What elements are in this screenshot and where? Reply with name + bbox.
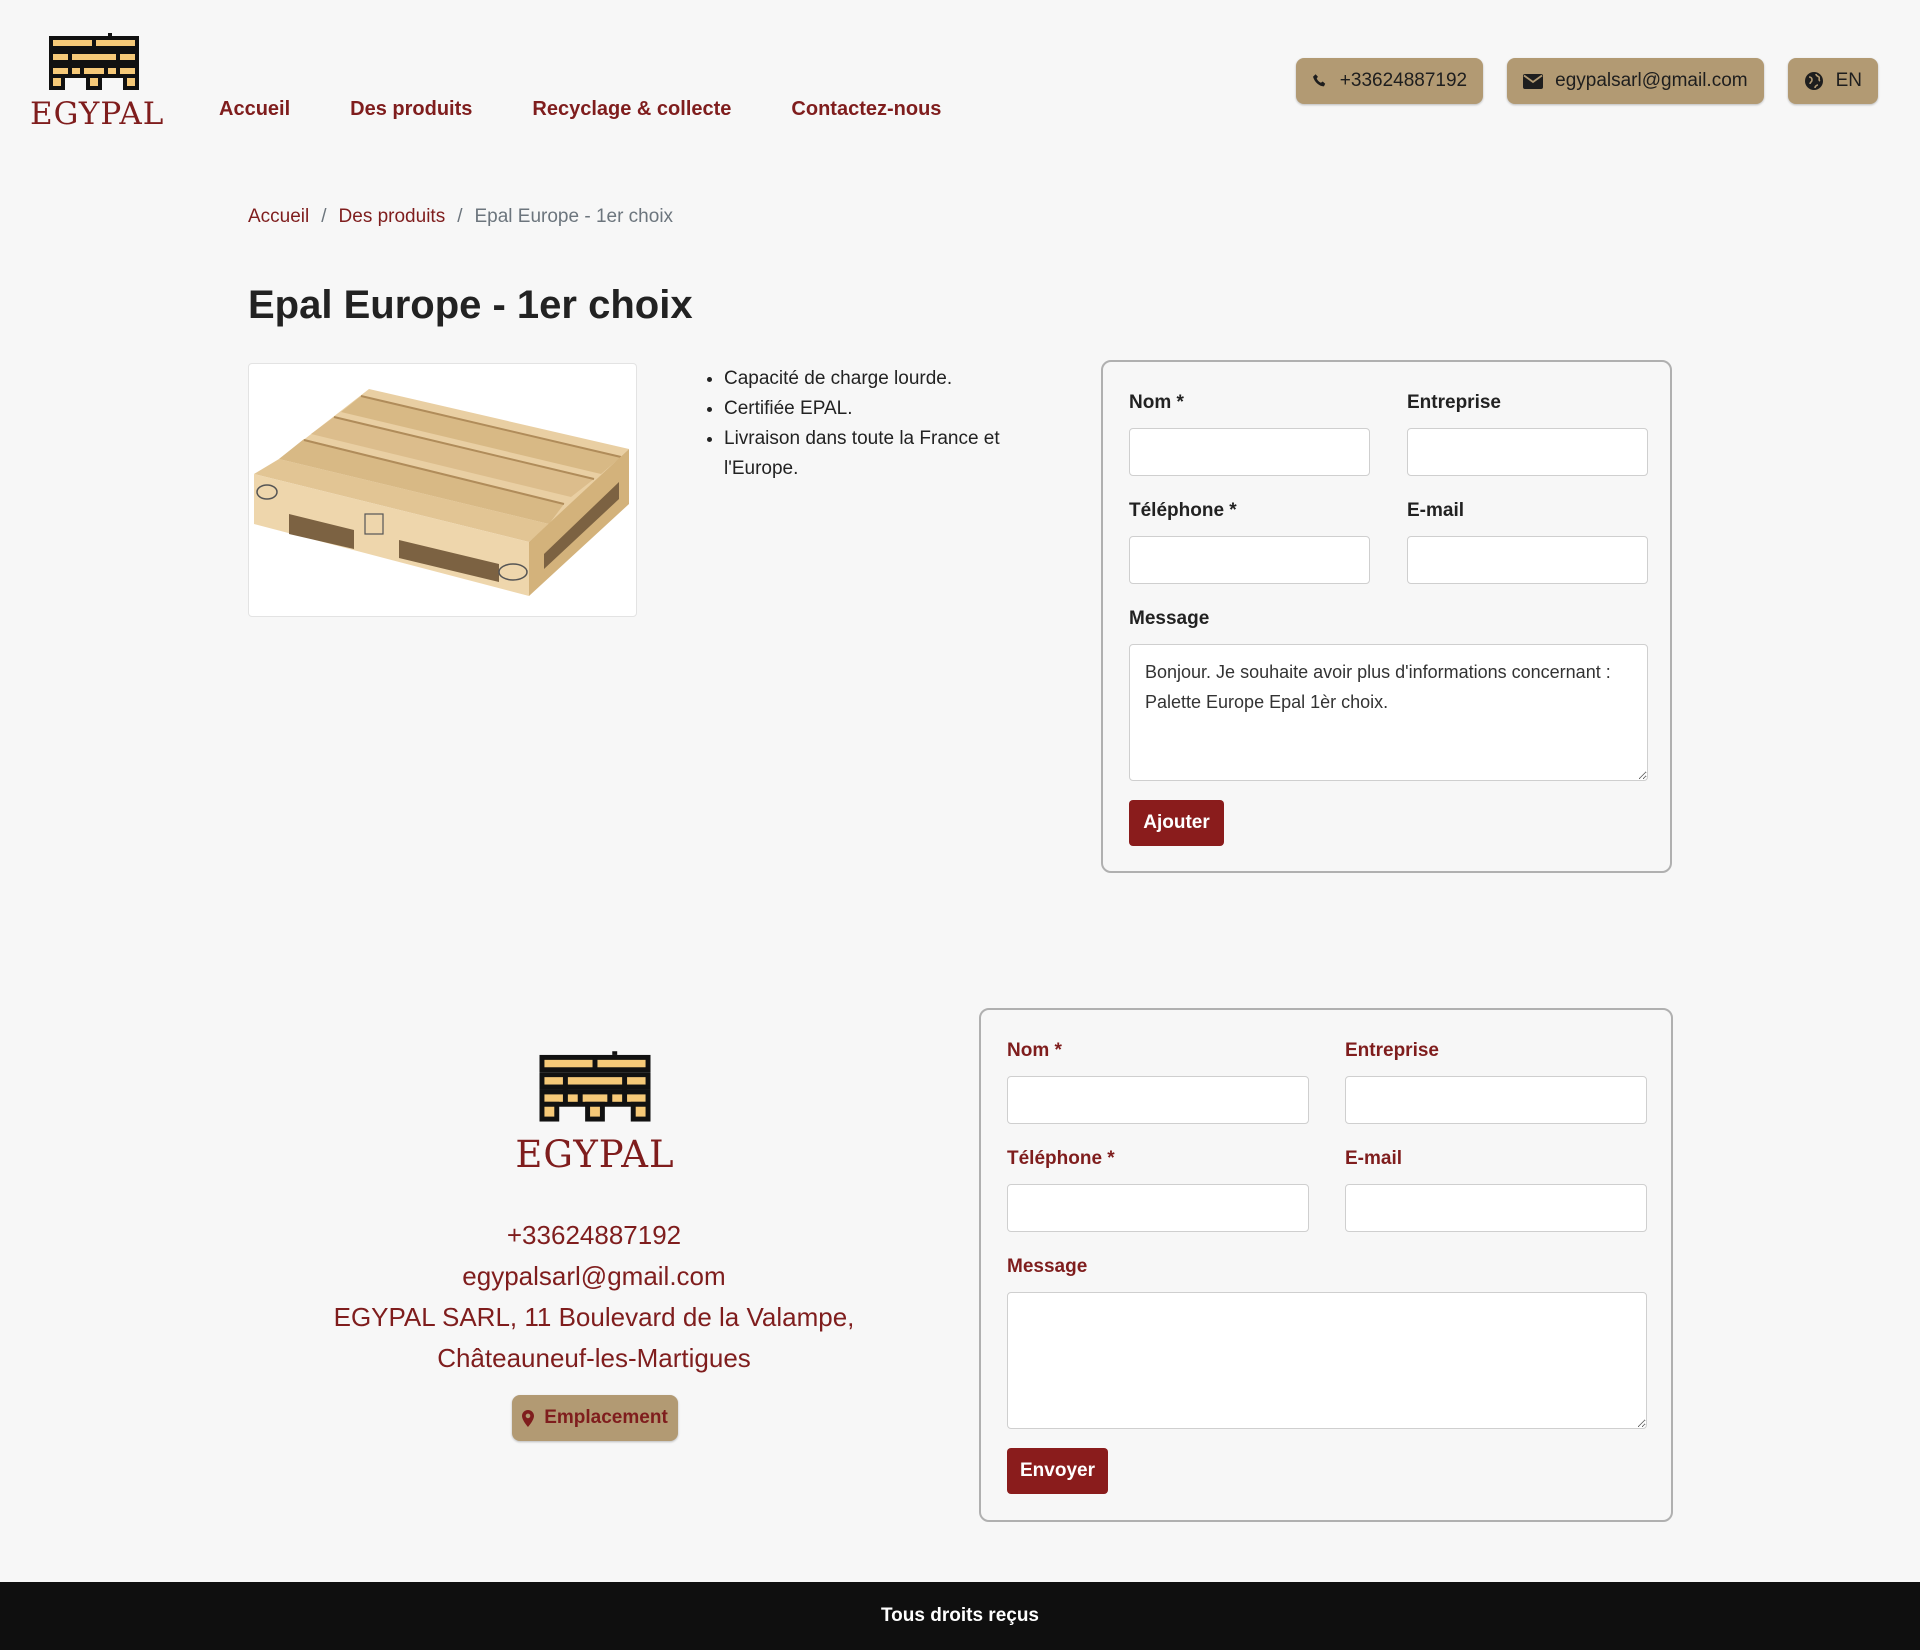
product-image (248, 363, 637, 617)
nav-item-contact[interactable]: Contactez-nous (791, 98, 941, 121)
breadcrumb-home[interactable]: Accueil (248, 206, 309, 228)
email-label: E-mail (1407, 500, 1465, 521)
header-actions: +33624887192 egypalsarl@gmail.com EN (1295, 58, 1878, 104)
breadcrumb-current: Epal Europe - 1er choix (474, 206, 674, 227)
breadcrumb-separator: / (457, 206, 463, 227)
nav-item-produits[interactable]: Des produits (350, 98, 472, 121)
add-button[interactable]: Ajouter (1129, 800, 1224, 846)
name-label: Nom * (1007, 1040, 1062, 1061)
footer-address-line1: EGYPAL SARL, 11 Boulevard de la Valampe, (333, 1302, 855, 1332)
footer-email[interactable]: egypalsarl@gmail.com (294, 1256, 894, 1297)
email-field[interactable] (1407, 536, 1648, 584)
message-label: Message (1129, 608, 1210, 629)
envelope-icon (1523, 73, 1544, 89)
phone-field[interactable] (1007, 1184, 1309, 1232)
nav-item-recyclage[interactable]: Recyclage & collecte (532, 98, 731, 121)
phone-field[interactable] (1129, 536, 1370, 584)
nav-item-accueil[interactable]: Accueil (219, 98, 290, 121)
phone-label: Téléphone * (1129, 500, 1237, 521)
footer-phone[interactable]: +33624887192 (294, 1215, 894, 1256)
email-label: E-mail (1345, 1148, 1403, 1169)
message-field[interactable] (1007, 1292, 1647, 1429)
language-button[interactable]: EN (1787, 58, 1878, 104)
pallet-logo-icon (49, 33, 139, 90)
company-label: Entreprise (1345, 1040, 1439, 1061)
breadcrumb-category[interactable]: Des produits (339, 206, 446, 228)
name-label: Nom * (1129, 392, 1184, 413)
footer-bar: Tous droits reçus (0, 1582, 1920, 1650)
phone-label: Téléphone * (1007, 1148, 1115, 1169)
language-label: EN (1835, 70, 1862, 91)
brand-name: EGYPAL (30, 96, 165, 132)
phone-icon (1312, 74, 1325, 87)
breadcrumb-separator: / (321, 206, 327, 227)
pallet-photo (254, 389, 629, 596)
email-button[interactable]: egypalsarl@gmail.com (1507, 58, 1764, 104)
contact-form: Nom * Entreprise Téléphone * E-mail Mess… (979, 1008, 1673, 1522)
name-field[interactable] (1129, 428, 1370, 476)
phone-number: +33624887192 (1339, 70, 1468, 91)
map-marker-icon (522, 1409, 535, 1427)
footer-address-line2: Châteauneuf-les-Martigues (437, 1343, 751, 1373)
name-field[interactable] (1007, 1076, 1309, 1124)
message-label: Message (1007, 1256, 1088, 1277)
main-nav: Accueil Des produits Recyclage & collect… (219, 98, 941, 121)
site-header: EGYPAL Accueil Des produits Recyclage & … (0, 0, 1920, 170)
globe-icon (1804, 72, 1823, 90)
breadcrumb: Accueil / Des produits / Epal Europe - 1… (248, 206, 673, 228)
email-address: egypalsarl@gmail.com (1555, 70, 1748, 91)
company-label: Entreprise (1407, 392, 1501, 413)
message-field[interactable]: Bonjour. Je souhaite avoir plus d'inform… (1129, 644, 1648, 781)
brand-logo[interactable]: EGYPAL (30, 32, 165, 132)
copyright-text: Tous droits reçus (880, 1605, 1039, 1626)
email-field[interactable] (1345, 1184, 1647, 1232)
contact-info: +33624887192 egypalsarl@gmail.com EGYPAL… (294, 1215, 894, 1379)
location-label: Emplacement (544, 1407, 668, 1428)
location-button[interactable]: Emplacement (512, 1395, 678, 1441)
feature-item: Livraison dans toute la France et l'Euro… (724, 424, 1022, 484)
phone-button[interactable]: +33624887192 (1295, 58, 1484, 104)
footer-brand-name: EGYPAL (515, 1133, 675, 1176)
company-field[interactable] (1407, 428, 1648, 476)
send-button[interactable]: Envoyer (1007, 1448, 1108, 1494)
feature-item: Certifiée EPAL. (724, 394, 1022, 424)
footer-brand-logo: EGYPAL (515, 1050, 675, 1176)
product-inquiry-form: Nom * Entreprise Téléphone * E-mail Mess… (1101, 360, 1672, 873)
product-features: Capacité de charge lourde. Certifiée EPA… (702, 364, 1022, 484)
company-field[interactable] (1345, 1076, 1647, 1124)
page-title: Epal Europe - 1er choix (248, 283, 693, 327)
feature-item: Capacité de charge lourde. (724, 364, 1022, 394)
pallet-logo-icon (539, 1051, 651, 1122)
